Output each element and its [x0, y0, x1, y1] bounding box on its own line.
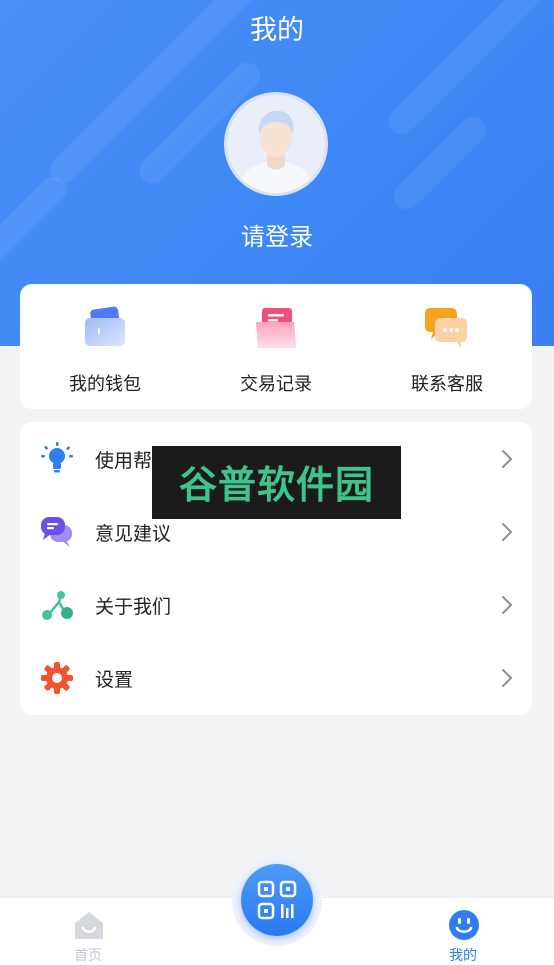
qr-scan-icon: [257, 880, 297, 920]
lightbulb-icon: [41, 442, 73, 473]
wallet-icon: [85, 306, 125, 346]
menu-item-label: 设置: [95, 669, 134, 691]
chevron-right-icon: [502, 523, 512, 541]
tab-label: 首页: [74, 948, 102, 964]
menu-item-label: 关于我们: [95, 596, 172, 618]
quick-action-transactions[interactable]: 交易记录: [191, 284, 361, 409]
quick-action-label: 交易记录: [240, 374, 312, 395]
quick-action-wallet[interactable]: 我的钱包: [20, 284, 190, 409]
quick-actions-card: 我的钱包 交易记录 联系客服: [20, 284, 532, 409]
chevron-right-icon: [502, 450, 512, 468]
quick-action-label: 我的钱包: [69, 374, 141, 395]
menu-item-label: 意见建议: [95, 523, 172, 545]
tab-label: 我的: [449, 948, 477, 964]
feedback-chat-icon: [41, 517, 72, 547]
page-title: 我的: [250, 15, 304, 46]
login-prompt[interactable]: 请登录: [0, 217, 554, 252]
transaction-records-icon: [256, 308, 296, 348]
menu-item-settings[interactable]: 设置: [20, 641, 532, 714]
smiley-face-icon: [449, 910, 479, 940]
avatar[interactable]: [224, 92, 328, 196]
quick-action-customer-service[interactable]: 联系客服: [362, 284, 532, 409]
watermark-text: 谷普软件园: [178, 463, 374, 507]
watermark: 谷普软件园: [152, 446, 401, 519]
home-icon: [75, 912, 103, 939]
customer-service-icon: [425, 308, 467, 349]
quick-action-label: 联系客服: [411, 374, 483, 395]
chevron-right-icon: [502, 669, 512, 687]
chevron-right-icon: [502, 596, 512, 614]
tab-mine[interactable]: 我的: [403, 898, 523, 965]
menu-item-about[interactable]: 关于我们: [20, 568, 532, 641]
tab-home[interactable]: 首页: [28, 898, 148, 965]
user-avatar-icon: [237, 110, 315, 193]
share-nodes-icon: [42, 591, 73, 620]
gear-icon: [41, 662, 73, 694]
scan-button[interactable]: [241, 864, 313, 936]
